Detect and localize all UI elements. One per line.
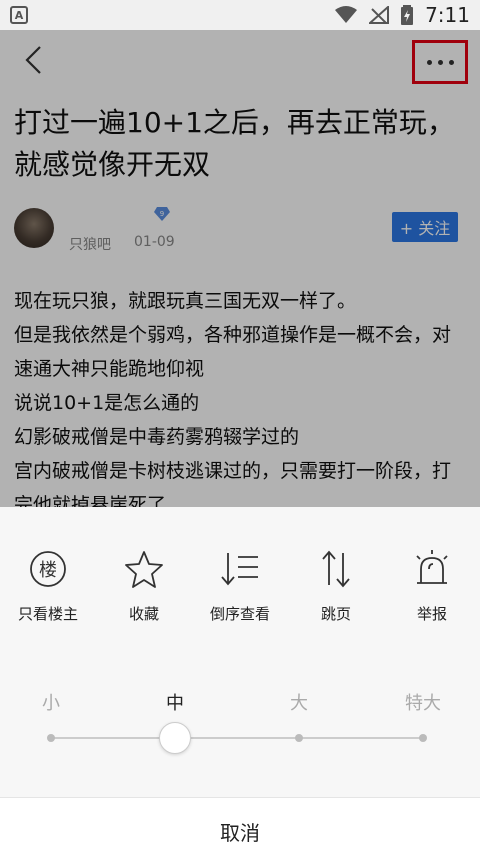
font-size-slider-thumb[interactable] (159, 722, 191, 754)
font-size-slider-track[interactable] (50, 737, 423, 739)
status-bar: A 7:11 (0, 0, 480, 30)
action-row: 楼 只看楼主 收藏 倒序查看 跳页 举报 (0, 547, 480, 624)
floor-owner-glyph: 楼 (39, 560, 57, 581)
action-label: 只看楼主 (17, 605, 78, 623)
font-size-small[interactable]: 小 (42, 689, 60, 715)
report-button[interactable]: 举报 (384, 547, 480, 624)
font-size-labels: 小 中 大 特大 (0, 689, 480, 715)
wifi-icon (335, 6, 358, 23)
font-size-large[interactable]: 大 (290, 689, 308, 715)
slider-stop[interactable] (47, 734, 55, 742)
battery-charging-icon (401, 5, 414, 25)
cancel-button[interactable]: 取消 (0, 797, 480, 865)
slider-stop[interactable] (295, 734, 303, 742)
action-label: 收藏 (128, 605, 159, 623)
options-sheet: 楼 只看楼主 收藏 倒序查看 跳页 举报 小 中 大 特大 取消 (0, 507, 480, 865)
action-label: 跳页 (320, 605, 351, 623)
star-icon (122, 547, 166, 591)
action-label: 倒序查看 (209, 605, 270, 623)
app-notification-icon: A (10, 6, 28, 24)
dim-overlay[interactable] (0, 30, 480, 507)
reverse-order-button[interactable]: 倒序查看 (192, 547, 288, 624)
sort-reverse-icon (218, 547, 262, 591)
signal-off-icon (369, 6, 390, 24)
slider-stop[interactable] (419, 734, 427, 742)
floor-owner-icon: 楼 (26, 547, 70, 591)
status-time: 7:11 (425, 3, 470, 27)
jump-page-button[interactable]: 跳页 (288, 547, 384, 624)
favorite-button[interactable]: 收藏 (96, 547, 192, 624)
font-size-xlarge[interactable]: 特大 (405, 689, 441, 715)
jump-page-icon (314, 547, 358, 591)
only-owner-button[interactable]: 楼 只看楼主 (0, 547, 96, 624)
alarm-report-icon (410, 547, 454, 591)
action-label: 举报 (416, 605, 447, 623)
font-size-medium[interactable]: 中 (166, 689, 184, 715)
